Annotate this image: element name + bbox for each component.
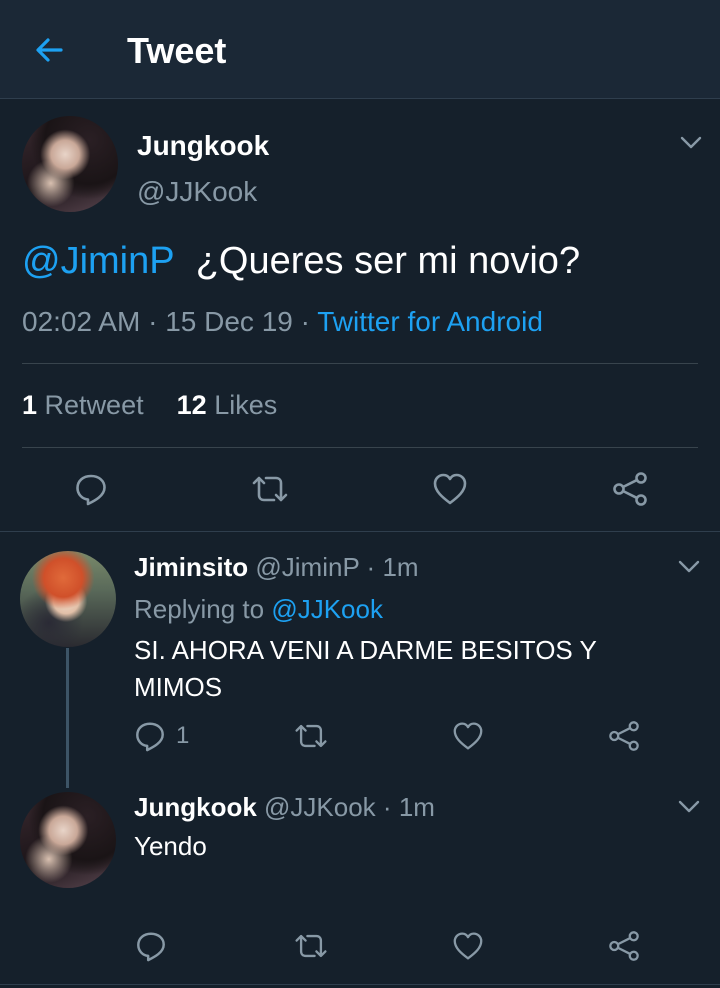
like-button[interactable] (450, 718, 486, 754)
retweet-label: Retweet (44, 390, 144, 420)
reply-age: 1m (382, 552, 419, 582)
thread-connector (66, 648, 69, 788)
share-button[interactable] (608, 468, 652, 510)
like-button[interactable] (428, 468, 472, 510)
reply-text: SI. AHORA VENI A DARME BESITOS Y MIMOS (134, 635, 597, 702)
share-button[interactable] (606, 928, 642, 964)
reply-author-name[interactable]: Jungkook (134, 792, 257, 822)
meta-separator: · (148, 306, 166, 337)
reply-count: 1 (176, 722, 190, 749)
replying-to: Replying to @JJKook (134, 594, 383, 625)
retweet-button[interactable] (291, 718, 331, 754)
reply-button[interactable] (70, 468, 112, 510)
reply-author-name[interactable]: Jiminsito (134, 552, 248, 582)
heart-icon (433, 473, 467, 505)
like-button[interactable] (450, 928, 486, 964)
tweet-date: 15 Dec 19 (165, 306, 293, 337)
divider (0, 984, 720, 985)
tweet-stats: 1 Retweet 12 Likes (22, 390, 277, 421)
page-title: Tweet (127, 30, 227, 71)
retweet-count: 1 (22, 390, 38, 420)
replying-prefix: Replying to (134, 594, 265, 624)
chevron-down-icon[interactable] (678, 800, 700, 814)
reply-icon (76, 474, 106, 506)
dot-separator: · (382, 792, 399, 822)
author-avatar[interactable] (22, 116, 118, 212)
like-count: 12 (176, 390, 207, 420)
reply-author-handle[interactable]: @JiminP (255, 552, 359, 582)
likes-stat[interactable]: 12 Likes (177, 390, 278, 420)
author-handle[interactable]: @JJKook (137, 176, 257, 208)
reply-icon (136, 722, 164, 752)
top-bar: Tweet (0, 0, 720, 99)
tweet-meta: 02:02 AM · 15 Dec 19 · Twitter for Andro… (22, 306, 543, 338)
reply-avatar[interactable] (20, 792, 116, 888)
share-icon (609, 931, 639, 961)
author-name[interactable]: Jungkook (137, 130, 269, 162)
tweet-source-link[interactable]: Twitter for Android (317, 306, 543, 337)
retweet-button[interactable] (248, 468, 292, 510)
reply-button[interactable]: 1 (134, 718, 189, 754)
replying-to-link[interactable]: @JJKook (271, 594, 383, 624)
retweet-icon (295, 724, 327, 748)
retweets-stat[interactable]: 1 Retweet (22, 390, 144, 420)
reply-button[interactable] (134, 928, 168, 964)
divider (0, 531, 720, 532)
reply-text: Yendo (134, 831, 207, 861)
retweet-icon (295, 934, 327, 958)
reply-avatar[interactable] (20, 551, 116, 647)
retweet-icon (252, 476, 288, 502)
share-button[interactable] (606, 718, 642, 754)
heart-icon (453, 932, 483, 960)
reply-header: Jiminsito @JiminP · 1m (134, 552, 419, 583)
reply-author-handle[interactable]: @JJKook (264, 792, 376, 822)
share-icon (613, 472, 647, 506)
dot-separator: · (366, 552, 383, 582)
chevron-down-icon[interactable] (680, 136, 702, 150)
reply-icon (137, 932, 165, 962)
like-label: Likes (214, 390, 278, 420)
divider (22, 447, 698, 448)
reply-age: 1m (398, 792, 435, 822)
meta-separator: · (300, 306, 318, 337)
back-arrow-icon[interactable] (33, 34, 65, 66)
share-icon (609, 721, 639, 751)
tweet-body: ¿Queres ser mi novio? (195, 240, 581, 282)
divider (22, 363, 698, 364)
tweet-text: @JiminP ¿Queres ser mi novio? (22, 240, 580, 283)
reply-header: Jungkook @JJKook · 1m (134, 792, 435, 823)
heart-icon (453, 722, 483, 750)
tweet-time: 02:02 AM (22, 306, 141, 337)
chevron-down-icon[interactable] (678, 560, 700, 574)
tweet-mention-link[interactable]: @JiminP (22, 240, 175, 282)
retweet-button[interactable] (291, 928, 331, 964)
